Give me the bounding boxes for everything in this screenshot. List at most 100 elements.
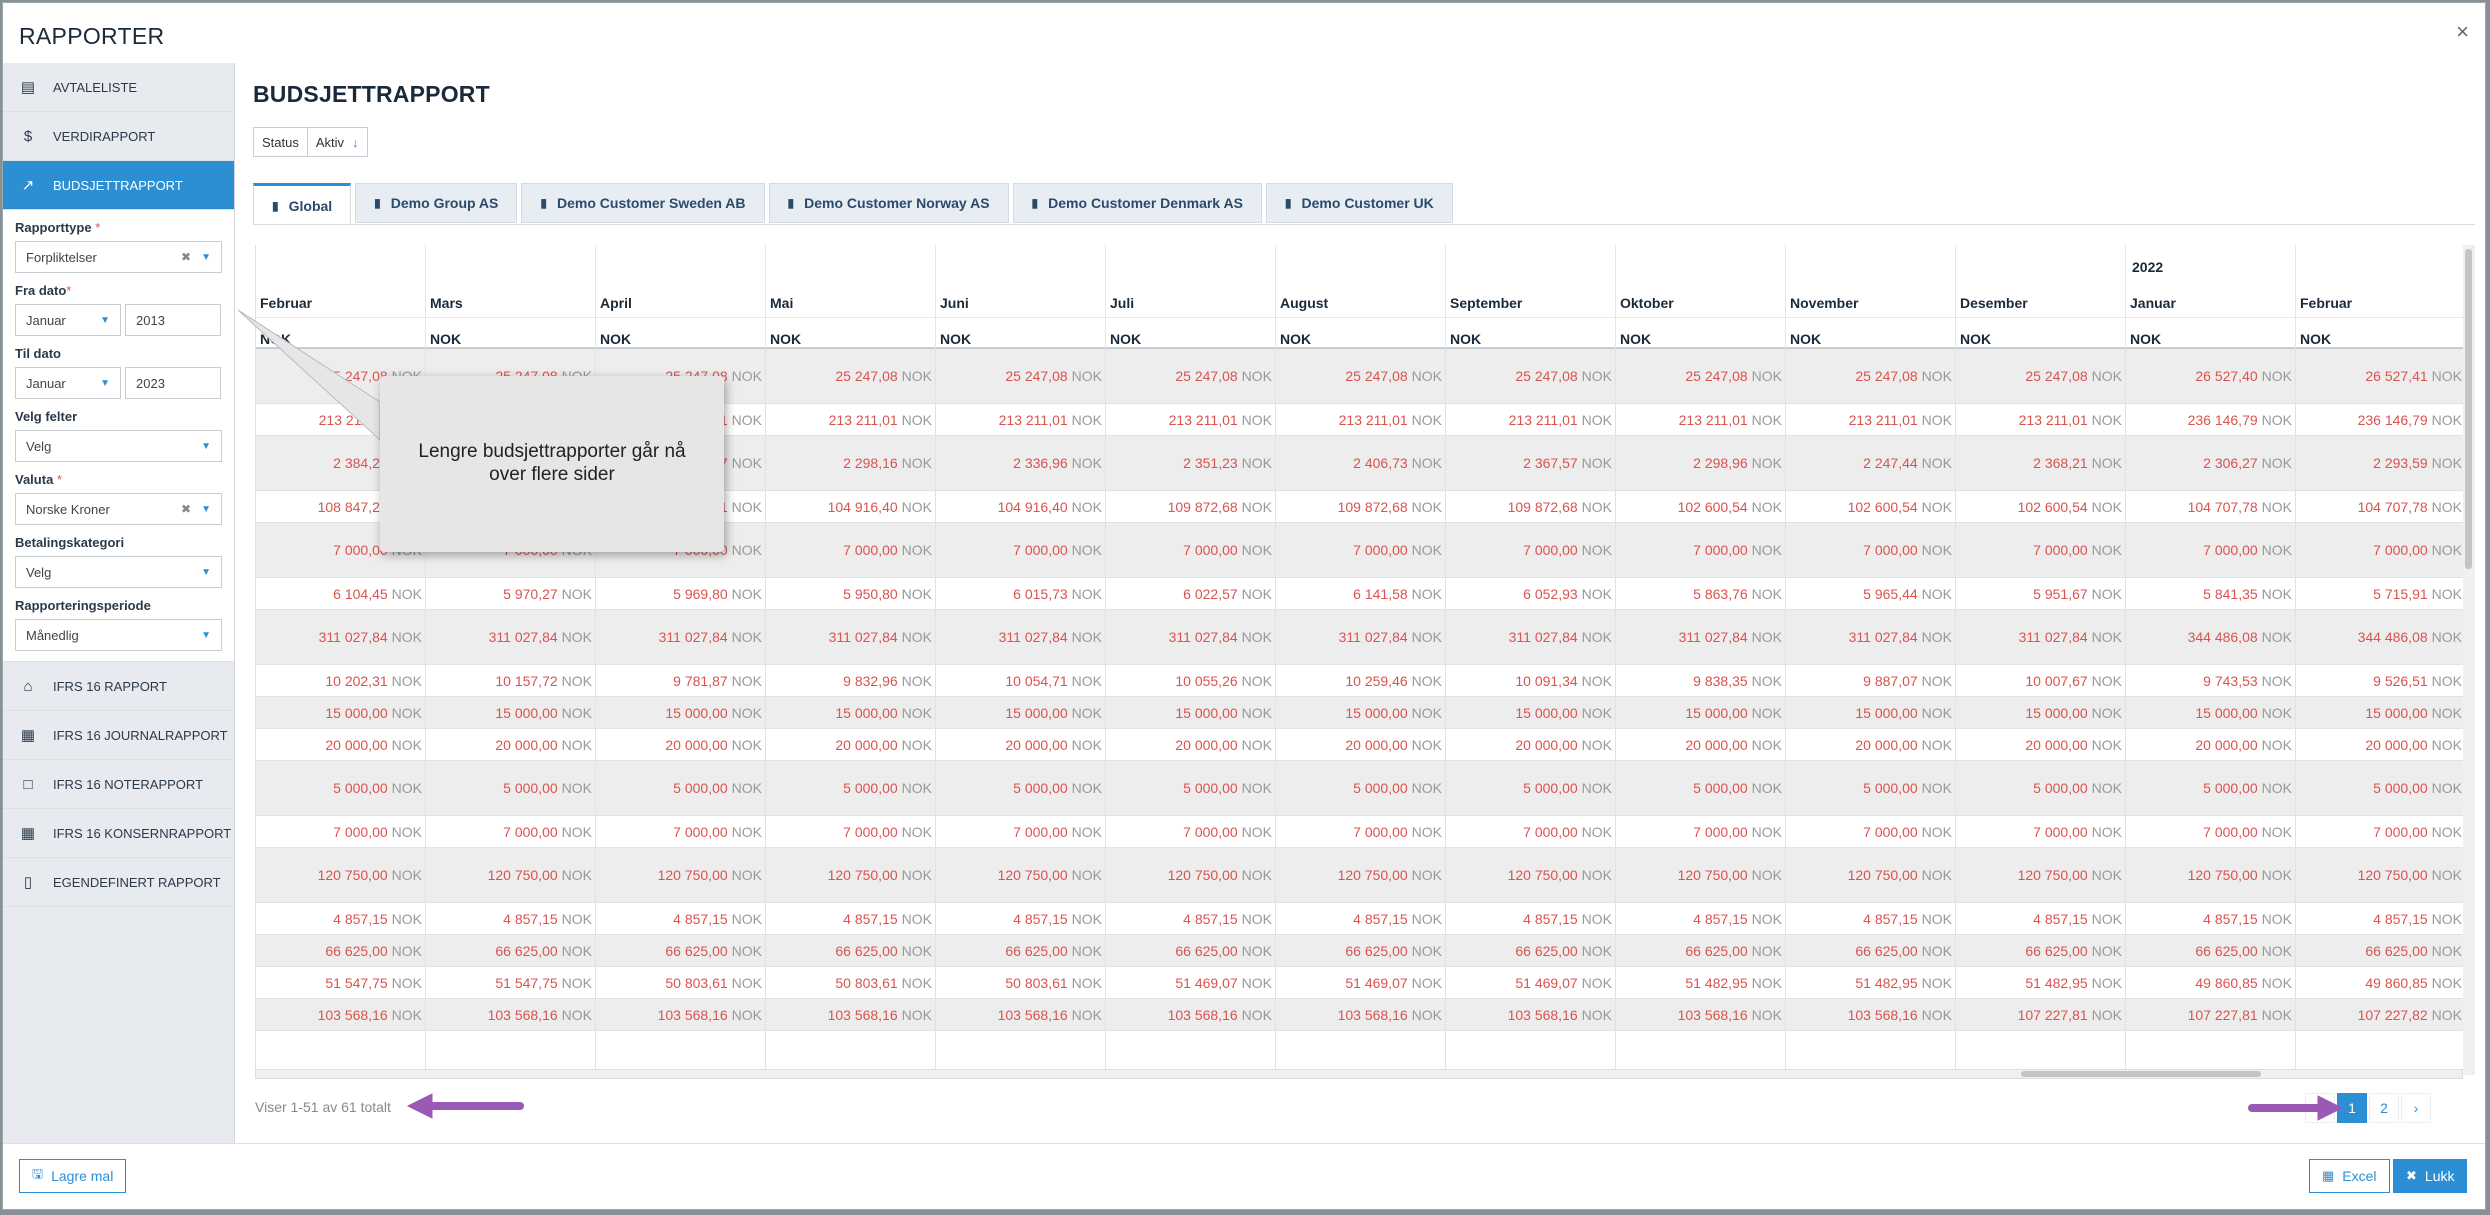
sidebar-item-ifrs-16-journalrapport[interactable]: ▦ IFRS 16 JOURNALRAPPORT [3, 711, 234, 760]
cell-value: 7 000,00 [843, 823, 898, 840]
sidebar-item-egendefinert-rapport[interactable]: ▯ EGENDEFINERT RAPPORT [3, 858, 234, 907]
clear-icon[interactable]: ✖ [181, 502, 191, 516]
table-cell: 9 781,87 NOK [595, 665, 765, 696]
column-header[interactable]: Oktober NOK [1615, 245, 1785, 349]
tab-demo-customer-uk[interactable]: ▮ Demo Customer UK [1265, 183, 1453, 223]
table-cell: 9 743,53 NOK [2125, 665, 2295, 696]
cell-value: 120 750,00 [1167, 867, 1238, 883]
tab-demo-customer-sweden-ab[interactable]: ▮ Demo Customer Sweden AB [521, 183, 765, 223]
horizontal-scrollbar[interactable] [255, 1069, 2463, 1079]
table-cell: 66 625,00 NOK [1955, 935, 2125, 966]
table-cell: 20 000,00 NOK [425, 729, 595, 760]
chevron-down-icon[interactable]: ▼ [201, 567, 211, 578]
sidebar-item-budsjettrapport[interactable]: ↗ BUDSJETTRAPPORT [3, 161, 234, 210]
cell-unit: NOK [1411, 455, 1442, 471]
chevron-down-icon[interactable]: ▼ [201, 630, 211, 641]
cell-unit: NOK [1241, 455, 1272, 471]
chevron-down-icon[interactable]: ▼ [201, 441, 211, 452]
table-cell: 236 146,79 NOK [2125, 404, 2295, 435]
tab-demo-customer-norway-as[interactable]: ▮ Demo Customer Norway AS [768, 183, 1009, 223]
table-row: 7 000,00 NOK 7 000,00 NOK 7 000,00 NOK 7 000,0… [256, 816, 2463, 848]
cell-unit: NOK [731, 585, 762, 602]
til-dato-year-input[interactable]: 2023 [125, 367, 221, 399]
tab-global[interactable]: ▮ Global [253, 183, 352, 225]
sidebar-item-verdirapport[interactable]: $ VERDIRAPPORT [3, 112, 234, 161]
sidebar-item-ifrs-16-noterapport[interactable]: □ IFRS 16 NOTERAPPORT [3, 760, 234, 809]
cell-value: 51 547,75 [325, 974, 388, 991]
cell-value: 51 482,95 [2025, 974, 2088, 991]
table-cell: 103 568,16 NOK [1445, 999, 1615, 1030]
cell-value: 25 247,08 [325, 368, 388, 384]
column-header[interactable]: April NOK [595, 245, 765, 349]
cell-unit: NOK [1581, 942, 1612, 959]
chevron-down-icon[interactable]: ▼ [100, 315, 110, 326]
status-filter[interactable]: Status Aktiv ↓ [253, 127, 368, 157]
velg-felter-select[interactable]: Velg ▼ [15, 430, 222, 462]
save-template-button[interactable]: 🖫 Lagre mal [19, 1159, 127, 1193]
cell-value: 120 750,00 [1677, 867, 1748, 883]
chevron-down-icon[interactable]: ▼ [201, 252, 211, 263]
sort-arrow-icon[interactable]: ↓ [352, 128, 367, 156]
column-header[interactable]: Desember NOK [1955, 245, 2125, 349]
column-header[interactable]: Juni NOK [935, 245, 1105, 349]
sidebar-item-ifrs-16-rapport[interactable]: ⌂ IFRS 16 RAPPORT [3, 662, 234, 711]
rapporttype-select[interactable]: Forpliktelser ✖ ▼ [15, 241, 222, 273]
next-page-button[interactable]: › [2401, 1093, 2431, 1123]
table-cell: 5 970,27 NOK [425, 578, 595, 609]
cell-value: 120 750,00 [487, 867, 558, 883]
page-2-button[interactable]: 2 [2369, 1093, 2399, 1123]
cell-unit: NOK [1751, 704, 1782, 721]
excel-button[interactable]: ▦ Excel [2309, 1159, 2390, 1193]
cell-unit: NOK [1071, 780, 1102, 796]
cell-unit: NOK [2091, 780, 2122, 796]
cell-value: 5 000,00 [503, 780, 558, 796]
status-value[interactable]: Aktiv [306, 128, 352, 156]
betalingskategori-select[interactable]: Velg ▼ [15, 556, 222, 588]
column-header[interactable]: August NOK [1275, 245, 1445, 349]
cell-unit: NOK [1581, 455, 1612, 471]
column-header[interactable]: Februar NOK [256, 245, 425, 349]
cell-unit: NOK [1751, 780, 1782, 796]
cell-unit: NOK [1921, 455, 1952, 471]
til-dato-month-select[interactable]: Januar ▼ [15, 367, 121, 399]
chevron-down-icon[interactable]: ▼ [201, 504, 211, 515]
tab-demo-customer-denmark-as[interactable]: ▮ Demo Customer Denmark AS [1012, 183, 1262, 223]
table-cell: 5 000,00 NOK [1105, 761, 1275, 815]
cell-value: 26 527,40 [2195, 368, 2258, 384]
cell-value: 107 227,81 [2187, 1006, 2258, 1023]
cell-unit: NOK [901, 942, 932, 959]
chevron-down-icon[interactable]: ▼ [100, 378, 110, 389]
fra-dato-month-select[interactable]: Januar ▼ [15, 304, 121, 336]
sidebar-item-avtaleliste[interactable]: ▤ AVTALELISTE [3, 63, 234, 112]
cell-unit: NOK [901, 736, 932, 753]
valuta-select[interactable]: Norske Kroner ✖ ▼ [15, 493, 222, 525]
table-cell: 103 568,16 NOK [256, 999, 425, 1030]
fra-dato-year-input[interactable]: 2013 [125, 304, 221, 336]
cell-unit: NOK [1241, 867, 1272, 883]
tab-demo-group-as[interactable]: ▮ Demo Group AS [355, 183, 518, 223]
column-header[interactable]: September NOK [1445, 245, 1615, 349]
column-header[interactable]: Mars NOK [425, 245, 595, 349]
vertical-scrollbar[interactable] [2463, 245, 2475, 1075]
table-cell: 102 600,54 NOK [1785, 491, 1955, 522]
cell-unit: NOK [2091, 974, 2122, 991]
prev-page-button[interactable]: ‹ [2305, 1093, 2335, 1123]
cell-unit: NOK [2261, 867, 2292, 883]
column-header[interactable]: Februar NOK [2295, 245, 2463, 349]
clear-icon[interactable]: ✖ [181, 250, 191, 264]
close-icon[interactable]: × [2456, 19, 2469, 45]
column-header[interactable]: 2022 Januar NOK [2125, 245, 2295, 349]
rapporteringsperiode-select[interactable]: Månedlig ▼ [15, 619, 222, 651]
table-row: 15 000,00 NOK 15 000,00 NOK 15 000,00 NOK 15 0… [256, 697, 2463, 729]
cell-unit: NOK [731, 498, 762, 515]
cell-unit: NOK [1581, 974, 1612, 991]
page-1-button[interactable]: 1 [2337, 1093, 2367, 1123]
column-header[interactable]: Juli NOK [1105, 245, 1275, 349]
cell-value: 10 007,67 [2025, 672, 2088, 689]
table-cell: 107 227,81 NOK [1955, 999, 2125, 1030]
column-header[interactable]: November NOK [1785, 245, 1955, 349]
column-header[interactable]: Mai NOK [765, 245, 935, 349]
sidebar-item-ifrs-16-konsernrapport[interactable]: ▦ IFRS 16 KONSERNRAPPORT [3, 809, 234, 858]
cell-value: 7 000,00 [1523, 542, 1578, 558]
close-button[interactable]: ✖ Lukk [2393, 1159, 2468, 1193]
